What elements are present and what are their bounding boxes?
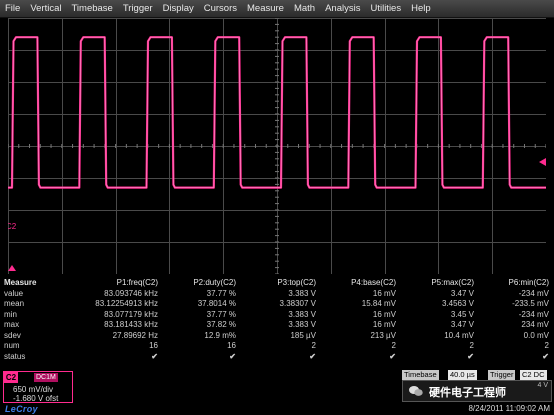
- menu-analysis[interactable]: Analysis: [320, 3, 365, 14]
- timebase-label: Timebase: [402, 370, 439, 380]
- timebase-box: 硬件电子工程师 4 V: [402, 380, 552, 402]
- menu-vertical[interactable]: Vertical: [25, 3, 66, 14]
- menu-help[interactable]: Help: [406, 3, 436, 14]
- measure-cell: 37.77 %: [206, 309, 236, 319]
- measure-cell: 2: [544, 341, 549, 350]
- channel-offset: -1.680 V ofst: [13, 394, 59, 403]
- menu-file[interactable]: File: [0, 3, 25, 14]
- measure-param-header[interactable]: P1:freq(C2): [117, 278, 158, 288]
- measure-cell: 37.8014 %: [197, 299, 236, 308]
- measure-cell: -233.5 mV: [512, 299, 549, 308]
- measure-param-header[interactable]: P4:base(C2): [351, 278, 396, 288]
- measure-cell: 27.89692 Hz: [112, 330, 158, 340]
- measure-cell: -234 mV: [518, 288, 549, 298]
- menu-bar: File Vertical Timebase Trigger Display C…: [0, 0, 554, 18]
- measure-cell: 3.47 V: [450, 288, 474, 298]
- waveform-svg[interactable]: C2: [8, 18, 546, 274]
- measure-row: max 83.181433 kHz 37.82 % 3.383 V 16 mV 3.47 …: [0, 320, 554, 330]
- waveform-display[interactable]: C2: [8, 18, 546, 274]
- measure-cell: 3.4563 V: [441, 299, 474, 308]
- channel-tag: C2: [4, 372, 18, 383]
- menu-measure[interactable]: Measure: [242, 3, 289, 14]
- measure-cell: 15.84 mV: [361, 299, 396, 308]
- measure-row-label: Measure: [4, 278, 37, 287]
- measure-cell: 37.82 %: [206, 320, 236, 329]
- measure-header-row: Measure P1:freq(C2) P2:duty(C2) P3:top(C2) P…: [0, 278, 554, 288]
- measure-cell: 16: [149, 341, 158, 350]
- measure-row-label: value: [4, 288, 24, 298]
- measure-row-label: max: [4, 320, 20, 329]
- menu-display[interactable]: Display: [158, 3, 199, 14]
- measure-cell: 16: [227, 341, 236, 350]
- menu-math[interactable]: Math: [289, 3, 320, 14]
- status-panel: C2 DC1M 650 mV/div -1.680 V ofst LeCroy …: [0, 368, 554, 415]
- menu-utilities[interactable]: Utilities: [365, 3, 406, 14]
- measure-cell: 3.47 V: [450, 320, 474, 329]
- watermark-text: 硬件电子工程师: [429, 387, 506, 399]
- measure-cell: 83.12254913 kHz: [95, 299, 158, 308]
- measure-cell: 16 mV: [372, 309, 396, 319]
- measure-cell: -234 mV: [518, 309, 549, 319]
- measure-cell: ✔: [309, 351, 316, 361]
- trigger-value: C2 DC: [520, 370, 547, 380]
- timebase-trigger-panel[interactable]: Timebase 40.0 µs Trigger C2 DC 硬件电子工程师 4…: [402, 370, 552, 402]
- menu-cursors[interactable]: Cursors: [199, 3, 242, 14]
- measure-row-label: min: [4, 309, 17, 319]
- measure-param-header[interactable]: P6:min(C2): [509, 278, 549, 288]
- measure-cell: 83.181433 kHz: [104, 320, 158, 329]
- menu-trigger[interactable]: Trigger: [118, 3, 158, 14]
- measure-cell: 0.0 mV: [523, 330, 549, 340]
- measure-cell: 3.45 V: [450, 309, 474, 319]
- measure-cell: 3.383 V: [288, 288, 316, 298]
- measure-row: status ✔ ✔ ✔ ✔ ✔ ✔: [0, 352, 554, 362]
- measurement-table: Measure P1:freq(C2) P2:duty(C2) P3:top(C2) P…: [0, 278, 554, 372]
- measure-cell: ✔: [467, 351, 474, 361]
- measure-cell: 83.093746 kHz: [104, 288, 158, 298]
- measure-row: num 16 16 2 2 2 2: [0, 341, 554, 351]
- channel-coupling: DC1M: [34, 373, 58, 382]
- measure-cell: 83.077179 kHz: [104, 309, 158, 319]
- trigger-level-value: 4 V: [537, 382, 548, 389]
- measure-row: min 83.077179 kHz 37.77 % 3.383 V 16 mV 3.45 …: [0, 310, 554, 320]
- channel-vdiv: 650 mV/div: [13, 385, 54, 394]
- measure-param-header[interactable]: P2:duty(C2): [193, 278, 236, 288]
- measure-cell: 37.77 %: [206, 288, 236, 298]
- measure-cell: 3.383 V: [288, 320, 316, 329]
- measure-cell: ✔: [389, 351, 396, 361]
- menu-timebase[interactable]: Timebase: [66, 3, 117, 14]
- measure-row: value 83.093746 kHz 37.77 % 3.383 V 16 mV 3.4…: [0, 289, 554, 299]
- measure-cell: 16 mV: [372, 288, 396, 298]
- timebase-value: 40.0 µs: [448, 370, 477, 380]
- measure-param-header[interactable]: P5:max(C2): [431, 278, 474, 288]
- measure-cell: 2: [469, 341, 474, 350]
- measure-cell: 10.4 mV: [444, 330, 474, 340]
- measure-param-header[interactable]: P3:top(C2): [277, 278, 316, 288]
- measure-row-label: mean: [4, 299, 25, 308]
- channel-descriptor[interactable]: C2 DC1M 650 mV/div -1.680 V ofst: [3, 371, 73, 403]
- measure-cell: 16 mV: [372, 320, 396, 329]
- measure-cell: 185 µV: [290, 330, 316, 340]
- measure-cell: 12.9 m%: [204, 330, 236, 340]
- measure-cell: 2: [311, 341, 316, 350]
- measure-cell: 3.383 V: [288, 309, 316, 319]
- channel-level-marker[interactable]: C2: [8, 222, 17, 231]
- measure-cell: 213 µV: [370, 330, 396, 340]
- wechat-icon: [409, 386, 423, 396]
- measure-row: sdev 27.89692 Hz 12.9 m% 185 µV 213 µV 10.4 m…: [0, 331, 554, 341]
- measure-cell: ✔: [229, 351, 236, 361]
- measure-cell: 234 mV: [521, 320, 549, 329]
- measure-row-label: num: [4, 341, 20, 350]
- trigger-label: Trigger: [488, 370, 516, 380]
- timestamp: 8/24/2011 11:09:02 AM: [468, 404, 550, 413]
- brand-logo: LeCroy: [5, 404, 38, 414]
- measure-cell: ✔: [151, 351, 158, 361]
- measure-cell: 2: [391, 341, 396, 350]
- timebase-header: Timebase 40.0 µs Trigger C2 DC: [402, 370, 552, 380]
- measure-row-label: sdev: [4, 330, 21, 340]
- measure-row-label: status: [4, 351, 26, 361]
- measure-cell: 3.38307 V: [279, 299, 316, 308]
- measure-row: mean 83.12254913 kHz 37.8014 % 3.38307 V 15.…: [0, 299, 554, 309]
- measure-cell: ✔: [542, 351, 549, 361]
